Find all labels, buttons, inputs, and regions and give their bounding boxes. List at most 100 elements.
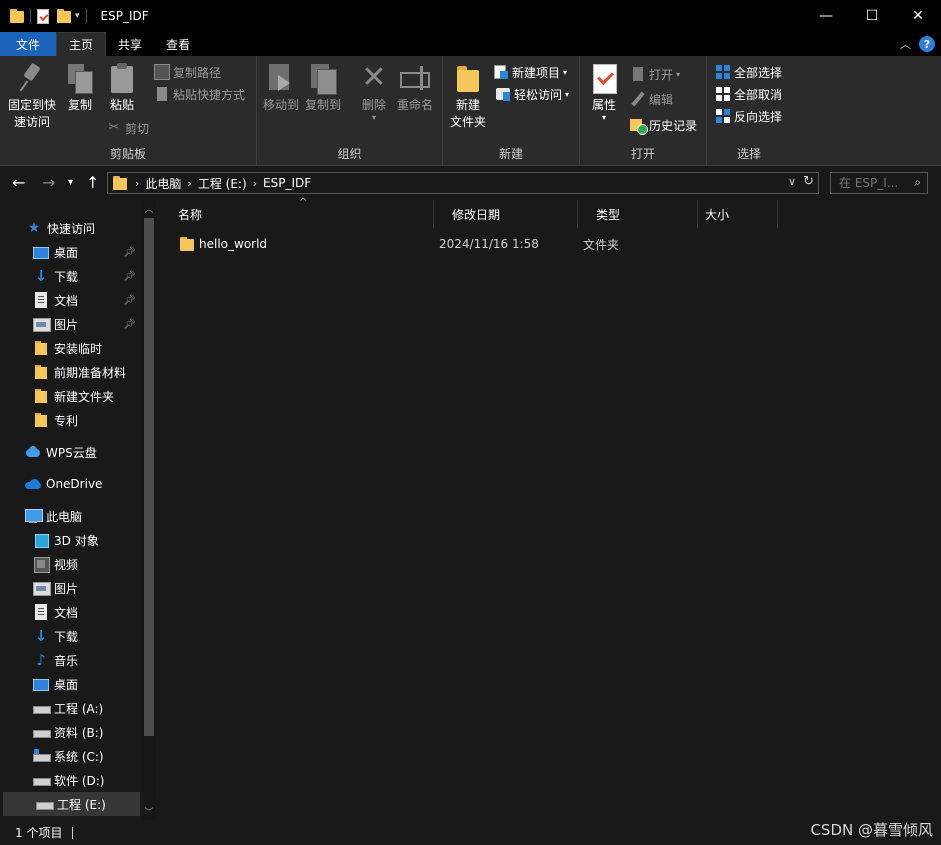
tab-home[interactable]: 主页	[56, 32, 107, 56]
sidebar-item-pc-pictures[interactable]: 图片	[0, 576, 140, 600]
sidebar-item-videos[interactable]: 视频	[0, 552, 140, 576]
copy-button[interactable]: 复制	[64, 62, 96, 114]
close-button[interactable]: ✕	[895, 0, 941, 32]
paste-shortcut-button[interactable]: 粘贴快捷方式	[154, 84, 245, 104]
pin-icon: 📌︎	[123, 318, 136, 330]
sidebar-item-patent[interactable]: 专利	[0, 408, 140, 432]
invert-selection-button[interactable]: 反向选择	[715, 106, 782, 126]
sidebar-item-quick-access[interactable]: ★ 快速访问	[0, 216, 140, 240]
delete-button[interactable]: ✕ 删除 ▾	[359, 62, 389, 122]
sidebar-item-this-pc[interactable]: 此电脑	[0, 504, 140, 528]
edit-icon	[630, 91, 646, 107]
edit-button[interactable]: 编辑	[630, 89, 673, 109]
paste-button[interactable]: 粘贴	[106, 62, 138, 114]
address-bar[interactable]: › 此电脑 › 工程 (E:) › ESP_IDF ∨ ↻	[107, 172, 819, 194]
sidebar-item-downloads[interactable]: ↓ 下载 📌︎	[0, 264, 140, 288]
scroll-down-chevron-icon[interactable]: ﹀	[142, 805, 156, 818]
folder-icon	[10, 8, 24, 24]
new-item-label: 新建项目	[512, 65, 561, 80]
delete-chevron-icon: ▾	[371, 113, 376, 122]
sidebar-item-install-temp[interactable]: 安装临时	[0, 336, 140, 360]
scroll-up-chevron-icon[interactable]: ︿	[142, 202, 156, 215]
breadcrumb-this-pc[interactable]: 此电脑	[145, 175, 181, 192]
folder-icon	[180, 236, 194, 252]
sidebar-item-new-folder[interactable]: 新建文件夹	[0, 384, 140, 408]
select-all-button[interactable]: 全部选择	[715, 62, 782, 82]
easy-access-button[interactable]: 轻松访问 ▾	[495, 84, 569, 104]
maximize-button[interactable]: ☐	[849, 0, 895, 32]
up-arrow-icon[interactable]: ↑	[86, 172, 99, 194]
sidebar-item-documents[interactable]: 文档 📌︎	[0, 288, 140, 312]
rename-button[interactable]: 重命名	[395, 62, 435, 114]
sidebar-item-drive-e[interactable]: 工程 (E:)	[3, 792, 140, 816]
column-header-date-modified[interactable]: 修改日期	[434, 200, 578, 228]
new-folder-icon[interactable]	[57, 8, 71, 24]
select-none-button[interactable]: 全部取消	[715, 84, 782, 104]
properties-icon[interactable]	[37, 8, 49, 24]
recent-locations-chevron-icon[interactable]: ▾	[68, 172, 73, 194]
history-button[interactable]: 历史记录	[630, 115, 697, 135]
column-header-name[interactable]: 名称	[160, 200, 434, 228]
open-group-label: 打开	[630, 147, 655, 161]
cut-button[interactable]: ✂ 剪切	[106, 118, 149, 138]
sidebar-item-drive-a[interactable]: 工程 (A:)	[0, 696, 140, 720]
search-box[interactable]: ⌕	[830, 172, 928, 194]
column-header-type[interactable]: 类型	[578, 200, 698, 228]
cloud-icon	[25, 444, 41, 460]
sidebar-item-pc-desktop[interactable]: 桌面	[0, 672, 140, 696]
tab-view[interactable]: 查看	[154, 32, 202, 56]
open-button[interactable]: 打开 ▾	[630, 64, 680, 84]
search-input[interactable]	[839, 176, 907, 190]
sidebar-item-3d-objects[interactable]: 3D 对象	[0, 528, 140, 552]
sidebar-item-drive-b[interactable]: 资料 (B:)	[0, 720, 140, 744]
refresh-icon[interactable]: ↻	[803, 174, 814, 189]
select-all-icon	[715, 64, 731, 80]
help-icon[interactable]: ?	[919, 36, 935, 52]
forward-arrow-icon[interactable]: →	[42, 172, 55, 194]
new-item-button[interactable]: 新建项目 ▾	[493, 62, 567, 82]
sidebar-item-drive-c[interactable]: 系统 (C:)	[0, 744, 140, 768]
table-row[interactable]: hello_world 2024/11/16 1:58 文件夹	[160, 233, 780, 255]
breadcrumb-chevron-icon[interactable]: ›	[187, 177, 191, 190]
sidebar-item-label: 前期准备材料	[54, 365, 127, 380]
properties-button[interactable]: 属性 ▾	[588, 62, 620, 122]
breadcrumb-chevron-icon[interactable]: ›	[135, 177, 139, 190]
breadcrumb-drive-e[interactable]: 工程 (E:)	[198, 175, 247, 192]
file-type: 文件夹	[583, 237, 620, 252]
scrollbar-thumb[interactable]	[144, 218, 154, 736]
sidebar-item-onedrive[interactable]: OneDrive	[0, 472, 140, 496]
sidebar-item-pc-downloads[interactable]: ↓ 下载	[0, 624, 140, 648]
title-bar: ▾ ESP_IDF — ☐ ✕	[0, 0, 941, 32]
breadcrumb-chevron-icon[interactable]: ›	[253, 177, 257, 190]
collapse-ribbon-icon[interactable]: ︿	[900, 36, 911, 52]
move-to-icon	[266, 62, 296, 94]
column-header-size[interactable]: 大小	[698, 200, 778, 228]
breadcrumb-esp-idf[interactable]: ESP_IDF	[263, 176, 311, 190]
pin-label-line1: 固定到快	[7, 98, 56, 112]
tab-file[interactable]: 文件	[0, 32, 57, 56]
pin-to-quick-access-button[interactable]: 固定到快 速访问	[6, 62, 58, 131]
sidebar-item-label: 新建文件夹	[54, 389, 115, 404]
sidebar-item-prep-materials[interactable]: 前期准备材料	[0, 360, 140, 384]
sidebar-item-desktop[interactable]: 桌面 📌︎	[0, 240, 140, 264]
move-to-button[interactable]: 移动到	[262, 62, 300, 114]
back-arrow-icon[interactable]: ←	[12, 172, 25, 194]
minimize-button[interactable]: —	[803, 0, 849, 32]
sidebar-scrollbar[interactable]: ︿ ﹀	[142, 200, 156, 820]
copy-to-button[interactable]: 复制到	[304, 62, 342, 114]
sidebar-item-music[interactable]: ♪ 音乐	[0, 648, 140, 672]
copy-path-button[interactable]: 复制路径	[154, 62, 221, 82]
folder-icon	[33, 340, 49, 356]
sidebar-item-wps-cloud[interactable]: WPS云盘	[0, 440, 140, 464]
address-history-chevron-icon[interactable]: ∨	[788, 175, 796, 188]
tab-share[interactable]: 共享	[106, 32, 154, 56]
new-folder-button[interactable]: 新建 文件夹	[449, 62, 487, 131]
customize-toolbar-chevron-icon[interactable]: ▾	[75, 11, 80, 21]
sidebar-item-pc-documents[interactable]: 文档	[0, 600, 140, 624]
pin-label-line2: 速访问	[13, 115, 50, 129]
select-none-icon	[715, 86, 731, 102]
new-folder-icon	[453, 62, 483, 94]
sidebar-item-drive-d[interactable]: 软件 (D:)	[0, 768, 140, 792]
sidebar-item-pictures[interactable]: 图片 📌︎	[0, 312, 140, 336]
desktop-icon	[33, 679, 49, 691]
